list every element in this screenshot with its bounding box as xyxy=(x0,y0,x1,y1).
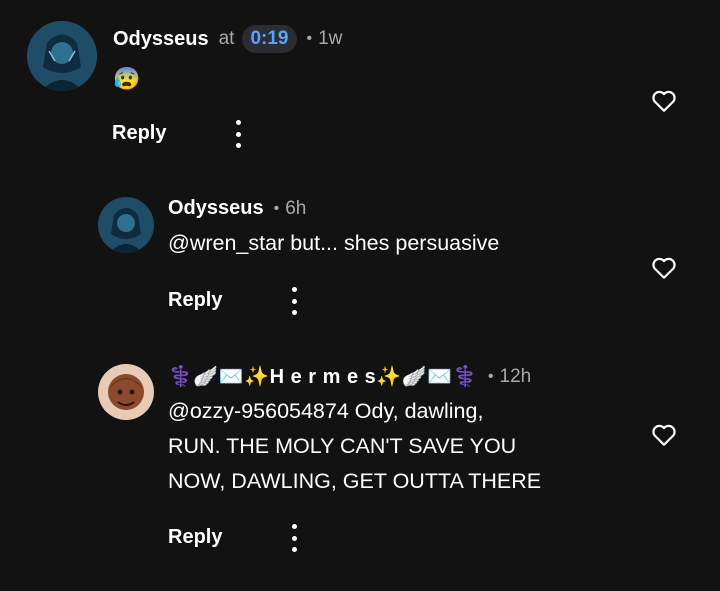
separator-dot: • xyxy=(487,367,494,385)
more-vertical-icon[interactable] xyxy=(288,524,300,552)
avatar[interactable] xyxy=(98,364,154,420)
avatar-image xyxy=(98,364,154,420)
reply-button[interactable]: Reply xyxy=(168,526,222,549)
comment-age: 12h xyxy=(499,365,532,387)
comment-text-line: RUN. THE MOLY CAN'T SAVE YOU xyxy=(168,434,517,458)
author-name[interactable]: ⚕️🪽✉️✨H e r m e s✨🪽✉️⚕️ xyxy=(168,364,478,389)
comment-text-line: NOW, DAWLING, GET OUTTA THERE xyxy=(168,469,542,493)
heart-outline-icon[interactable] xyxy=(651,423,677,447)
comment-header: ⚕️🪽✉️✨H e r m e s✨🪽✉️⚕️ • 12h xyxy=(168,364,531,389)
comment-text: @ozzy-956054874 Ody, dawling, RUN. THE M… xyxy=(168,394,541,499)
comment-text-line: @ozzy-956054874 Ody, dawling, xyxy=(168,399,484,423)
comment: ⚕️🪽✉️✨H e r m e s✨🪽✉️⚕️ • 12h @ozzy-9560… xyxy=(0,0,720,591)
